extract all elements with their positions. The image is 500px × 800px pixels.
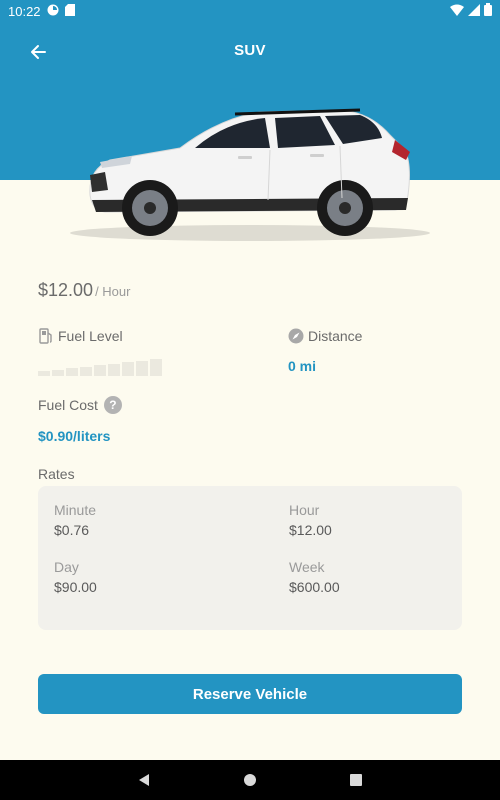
triangle-back-icon	[139, 774, 149, 786]
rate-value: $90.00	[54, 579, 97, 595]
fuel-cost-header: Fuel Cost ?	[38, 396, 122, 414]
distance: Distance 0 mi	[288, 328, 458, 374]
notification-icon	[47, 4, 59, 19]
fuel-cost-label: Fuel Cost	[38, 397, 98, 413]
rate-week: Week $600.00	[289, 559, 340, 595]
rate-label: Day	[54, 559, 79, 575]
help-icon[interactable]: ?	[103, 396, 122, 414]
rate-value: $600.00	[289, 579, 340, 595]
fuel-bar	[38, 371, 50, 376]
fuel-bar	[66, 368, 78, 376]
fuel-bar	[80, 367, 92, 376]
fuel-level-gauge	[38, 358, 238, 376]
page-title: SUV	[234, 42, 266, 59]
status-bar: 10:22	[0, 0, 500, 22]
square-recents-icon	[350, 774, 362, 786]
fuel-cost: Fuel Cost ? $0.90/liters	[38, 396, 122, 444]
signal-icon	[468, 3, 480, 19]
rate-day: Day $90.00	[54, 559, 97, 595]
fuel-bar	[94, 365, 106, 376]
nav-recents-button[interactable]	[346, 770, 366, 790]
fuel-level-label: Fuel Level	[58, 328, 123, 344]
sd-card-icon	[64, 3, 75, 19]
status-left: 10:22	[8, 3, 75, 19]
compass-icon	[288, 328, 304, 344]
reserve-vehicle-button[interactable]: Reserve Vehicle	[38, 674, 462, 714]
hourly-price: $12.00	[38, 280, 94, 300]
circle-home-icon	[244, 774, 256, 786]
fuel-bar	[108, 364, 120, 376]
fuel-pump-icon	[39, 328, 52, 344]
distance-header: Distance	[288, 328, 458, 344]
rates-title: Rates	[38, 466, 75, 482]
vehicle-image	[60, 100, 440, 245]
nav-home-button[interactable]	[240, 770, 260, 790]
fuel-bar	[122, 362, 134, 376]
status-time: 10:22	[8, 3, 41, 19]
distance-label: Distance	[308, 328, 363, 344]
fuel-bar	[52, 370, 64, 376]
rate-minute: Minute $0.76	[54, 502, 96, 538]
rate-label: Hour	[289, 502, 320, 518]
rate-label: Minute	[54, 502, 97, 518]
status-right	[450, 3, 492, 19]
distance-value: 0 mi	[288, 358, 317, 374]
fuel-level: Fuel Level	[38, 328, 238, 376]
rates-card: Minute $0.76 Hour $12.00 Day $90.00 Week…	[38, 486, 462, 630]
rate-value: $0.76	[54, 522, 90, 538]
price-section: $12.00 / Hour	[38, 280, 462, 301]
rate-value: $12.00	[289, 522, 332, 538]
wifi-icon	[450, 4, 464, 19]
system-nav-bar	[0, 760, 500, 800]
fuel-bar	[136, 361, 148, 376]
rate-label: Week	[289, 559, 325, 575]
fuel-cost-value: $0.90/liters	[38, 428, 111, 444]
price-unit: / Hour	[95, 284, 131, 299]
price-row: $12.00 / Hour	[38, 280, 462, 301]
fuel-level-header: Fuel Level	[38, 328, 238, 344]
battery-icon	[484, 3, 492, 19]
fuel-bar	[150, 359, 162, 376]
rate-hour: Hour $12.00	[289, 502, 332, 538]
nav-back-button[interactable]	[134, 770, 154, 790]
